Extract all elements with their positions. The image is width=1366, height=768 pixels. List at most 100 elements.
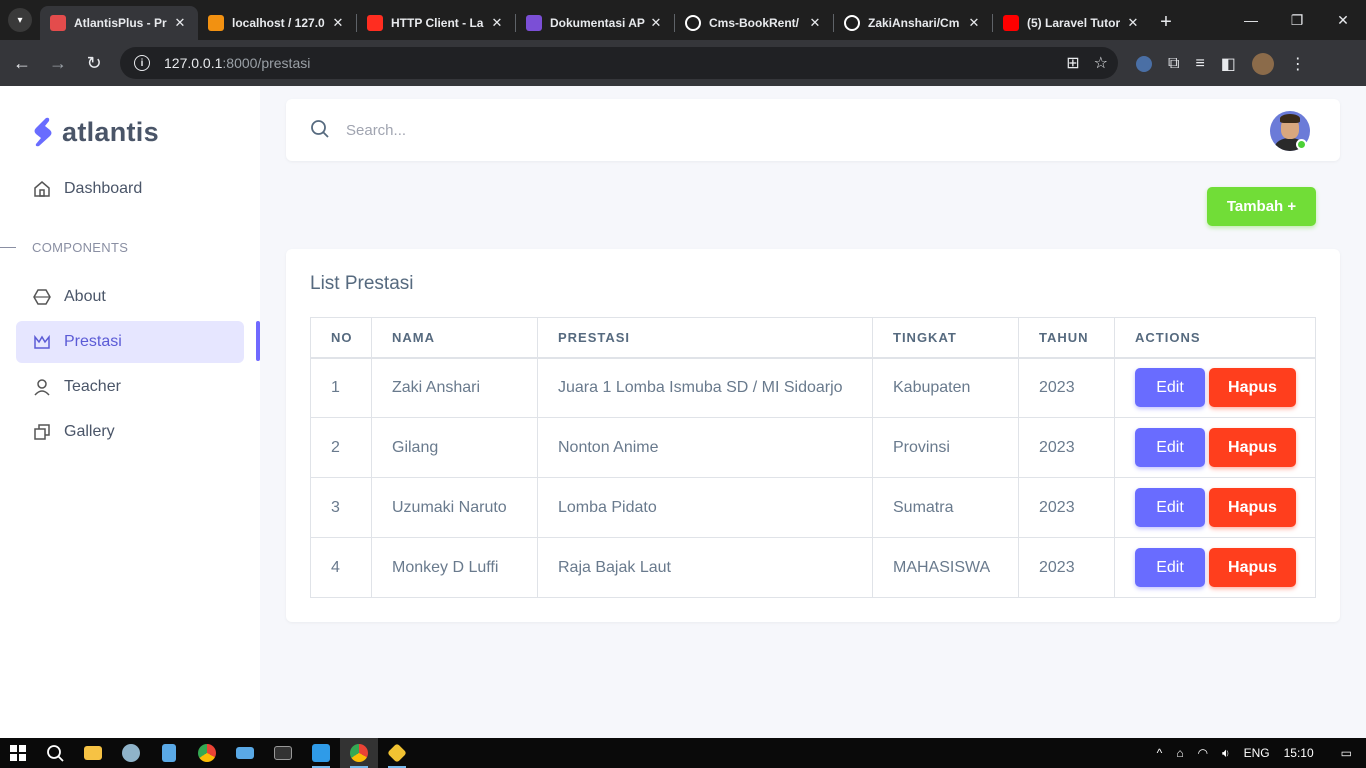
chrome-icon[interactable] — [188, 738, 226, 768]
browser-tab[interactable]: localhost / 127.0 ✕ — [198, 6, 356, 40]
cell-no: 2 — [310, 417, 372, 478]
language-indicator[interactable]: ENG — [1244, 746, 1270, 760]
add-button[interactable]: Tambah + — [1207, 187, 1316, 226]
app-icon-bug[interactable] — [112, 738, 150, 768]
translate-icon[interactable]: ⊞ — [1066, 53, 1079, 73]
section-label: COMPONENTS — [32, 240, 129, 255]
brand-name: atlantis — [62, 116, 159, 147]
close-tab-icon[interactable]: ✕ — [489, 15, 505, 31]
network-icon[interactable]: ⌂ — [1176, 746, 1183, 760]
tab-title: AtlantisPlus - Pr — [74, 16, 167, 30]
active-indicator — [256, 321, 260, 361]
close-tab-icon[interactable]: ✕ — [172, 15, 188, 31]
volume-icon[interactable]: 🔉︎ — [1222, 746, 1230, 761]
side-panel-icon[interactable]: ◧ — [1221, 54, 1236, 74]
browser-tab[interactable]: HTTP Client - La ✕ — [357, 6, 515, 40]
profile-avatar[interactable] — [1251, 53, 1274, 75]
chrome-active-icon[interactable] — [340, 738, 378, 768]
section-divider — [0, 247, 16, 248]
site-info-icon[interactable]: i — [134, 55, 150, 71]
minimize-button[interactable]: — — [1228, 0, 1274, 40]
tab-title: ZakiAnshari/Cm — [868, 16, 960, 30]
cell-prestasi: Juara 1 Lomba Ismuba SD / MI Sidoarjo — [537, 357, 873, 418]
back-button[interactable]: ← — [4, 45, 40, 81]
url-text: 127.0.0.1:8000/prestasi — [164, 55, 311, 71]
windows-start-icon[interactable] — [0, 738, 36, 768]
cell-actions: Edit Hapus — [1114, 537, 1316, 598]
browser-tab-strip: ▾ AtlantisPlus - Pr ✕ localhost / 127.0 ✕ HT… — [0, 0, 1366, 40]
clock[interactable]: 15:10 — [1284, 746, 1314, 760]
sidebar-item-prestasi[interactable]: Prestasi — [16, 321, 244, 363]
prestasi-card: List Prestasi NO NAMA PRESTASI TINGKAT T… — [286, 249, 1340, 622]
sidebar-item-gallery[interactable]: Gallery — [16, 411, 244, 453]
close-tab-icon[interactable]: ✕ — [330, 15, 346, 31]
edit-button[interactable]: Edit — [1135, 428, 1205, 467]
browser-tab[interactable]: AtlantisPlus - Pr ✕ — [40, 6, 198, 40]
chevron-up-icon[interactable]: ^ — [1157, 746, 1163, 760]
close-tab-icon[interactable]: ✕ — [966, 15, 982, 31]
sidebar-item-teacher[interactable]: Teacher — [16, 366, 244, 408]
cell-no: 1 — [310, 357, 372, 418]
github-icon — [844, 15, 860, 31]
search-icon — [311, 120, 329, 138]
prestasi-table: NO NAMA PRESTASI TINGKAT TAHUN ACTIONS 1… — [310, 317, 1316, 598]
delete-button[interactable]: Hapus — [1209, 488, 1296, 527]
sidebar-item-label: Prestasi — [64, 333, 122, 350]
cube-icon — [33, 288, 51, 306]
cell-actions: Edit Hapus — [1114, 417, 1316, 478]
notepad-icon[interactable] — [150, 738, 188, 768]
edit-button[interactable]: Edit — [1135, 368, 1205, 408]
delete-button[interactable]: Hapus — [1209, 428, 1296, 467]
extension-cursor-icon[interactable] — [1136, 56, 1152, 72]
edit-button[interactable]: Edit — [1135, 548, 1205, 587]
col-header-tingkat: TINGKAT — [872, 317, 1019, 359]
brand-logo[interactable]: atlantis — [32, 116, 159, 148]
vscode-icon[interactable] — [302, 738, 340, 768]
cell-tingkat: Sumatra — [872, 477, 1019, 538]
taskbar-search-icon[interactable] — [36, 738, 74, 768]
close-tab-icon[interactable]: ✕ — [648, 15, 664, 31]
extensions-puzzle-icon[interactable]: ⧉ — [1168, 55, 1179, 73]
col-header-no: NO — [310, 317, 372, 359]
table-header-row: NO NAMA PRESTASI TINGKAT TAHUN ACTIONS — [310, 317, 1316, 359]
omnibox-actions: ⊞ ☆ — [1066, 53, 1108, 73]
search-input[interactable] — [336, 114, 566, 146]
forward-button[interactable]: → — [40, 45, 76, 81]
cell-tahun: 2023 — [1018, 477, 1115, 538]
address-bar[interactable]: i 127.0.0.1:8000/prestasi ⊞ ☆ — [120, 47, 1118, 79]
browser-tab[interactable]: Cms-BookRent/ ✕ — [675, 6, 833, 40]
reload-button[interactable]: ↻ — [76, 45, 112, 81]
cell-no: 3 — [310, 477, 372, 538]
sidebar-item-about[interactable]: About — [16, 276, 244, 318]
delete-button[interactable]: Hapus — [1209, 548, 1296, 587]
keyboard-icon[interactable] — [226, 738, 264, 768]
edit-button[interactable]: Edit — [1135, 488, 1205, 527]
file-explorer-icon[interactable] — [74, 738, 112, 768]
close-window-button[interactable]: ✕ — [1320, 0, 1366, 40]
terminal-icon[interactable] — [264, 738, 302, 768]
phpmyadmin-favicon — [208, 15, 224, 31]
restore-button[interactable]: ❐ — [1274, 0, 1320, 40]
delete-button[interactable]: Hapus — [1209, 368, 1296, 408]
git-icon[interactable] — [378, 738, 416, 768]
close-tab-icon[interactable]: ✕ — [1125, 15, 1141, 31]
tab-search-button[interactable]: ▾ — [0, 0, 40, 40]
cell-tingkat: Provinsi — [872, 417, 1019, 478]
bookmark-star-icon[interactable]: ☆ — [1094, 53, 1108, 73]
tab-title: (5) Laravel Tutor — [1027, 16, 1121, 30]
card-title: List Prestasi — [310, 273, 414, 294]
sidebar-item-dashboard[interactable]: Dashboard — [16, 168, 244, 210]
new-tab-button[interactable]: + — [1151, 11, 1181, 34]
browser-tab[interactable]: (5) Laravel Tutor ✕ — [993, 6, 1151, 40]
crown-icon — [33, 333, 51, 351]
close-tab-icon[interactable]: ✕ — [807, 15, 823, 31]
wifi-icon[interactable]: ◠ — [1198, 746, 1208, 760]
browser-tab[interactable]: Dokumentasi AP ✕ — [516, 6, 674, 40]
media-control-icon[interactable]: ≡ — [1195, 55, 1204, 73]
notification-icon[interactable]: ▭ — [1341, 746, 1352, 760]
cell-prestasi: Raja Bajak Laut — [537, 537, 873, 598]
cell-tahun: 2023 — [1018, 537, 1115, 598]
menu-kebab-icon[interactable]: ⋮ — [1290, 54, 1306, 74]
tab-title: Cms-BookRent/ — [709, 16, 800, 30]
browser-tab[interactable]: ZakiAnshari/Cm ✕ — [834, 6, 992, 40]
